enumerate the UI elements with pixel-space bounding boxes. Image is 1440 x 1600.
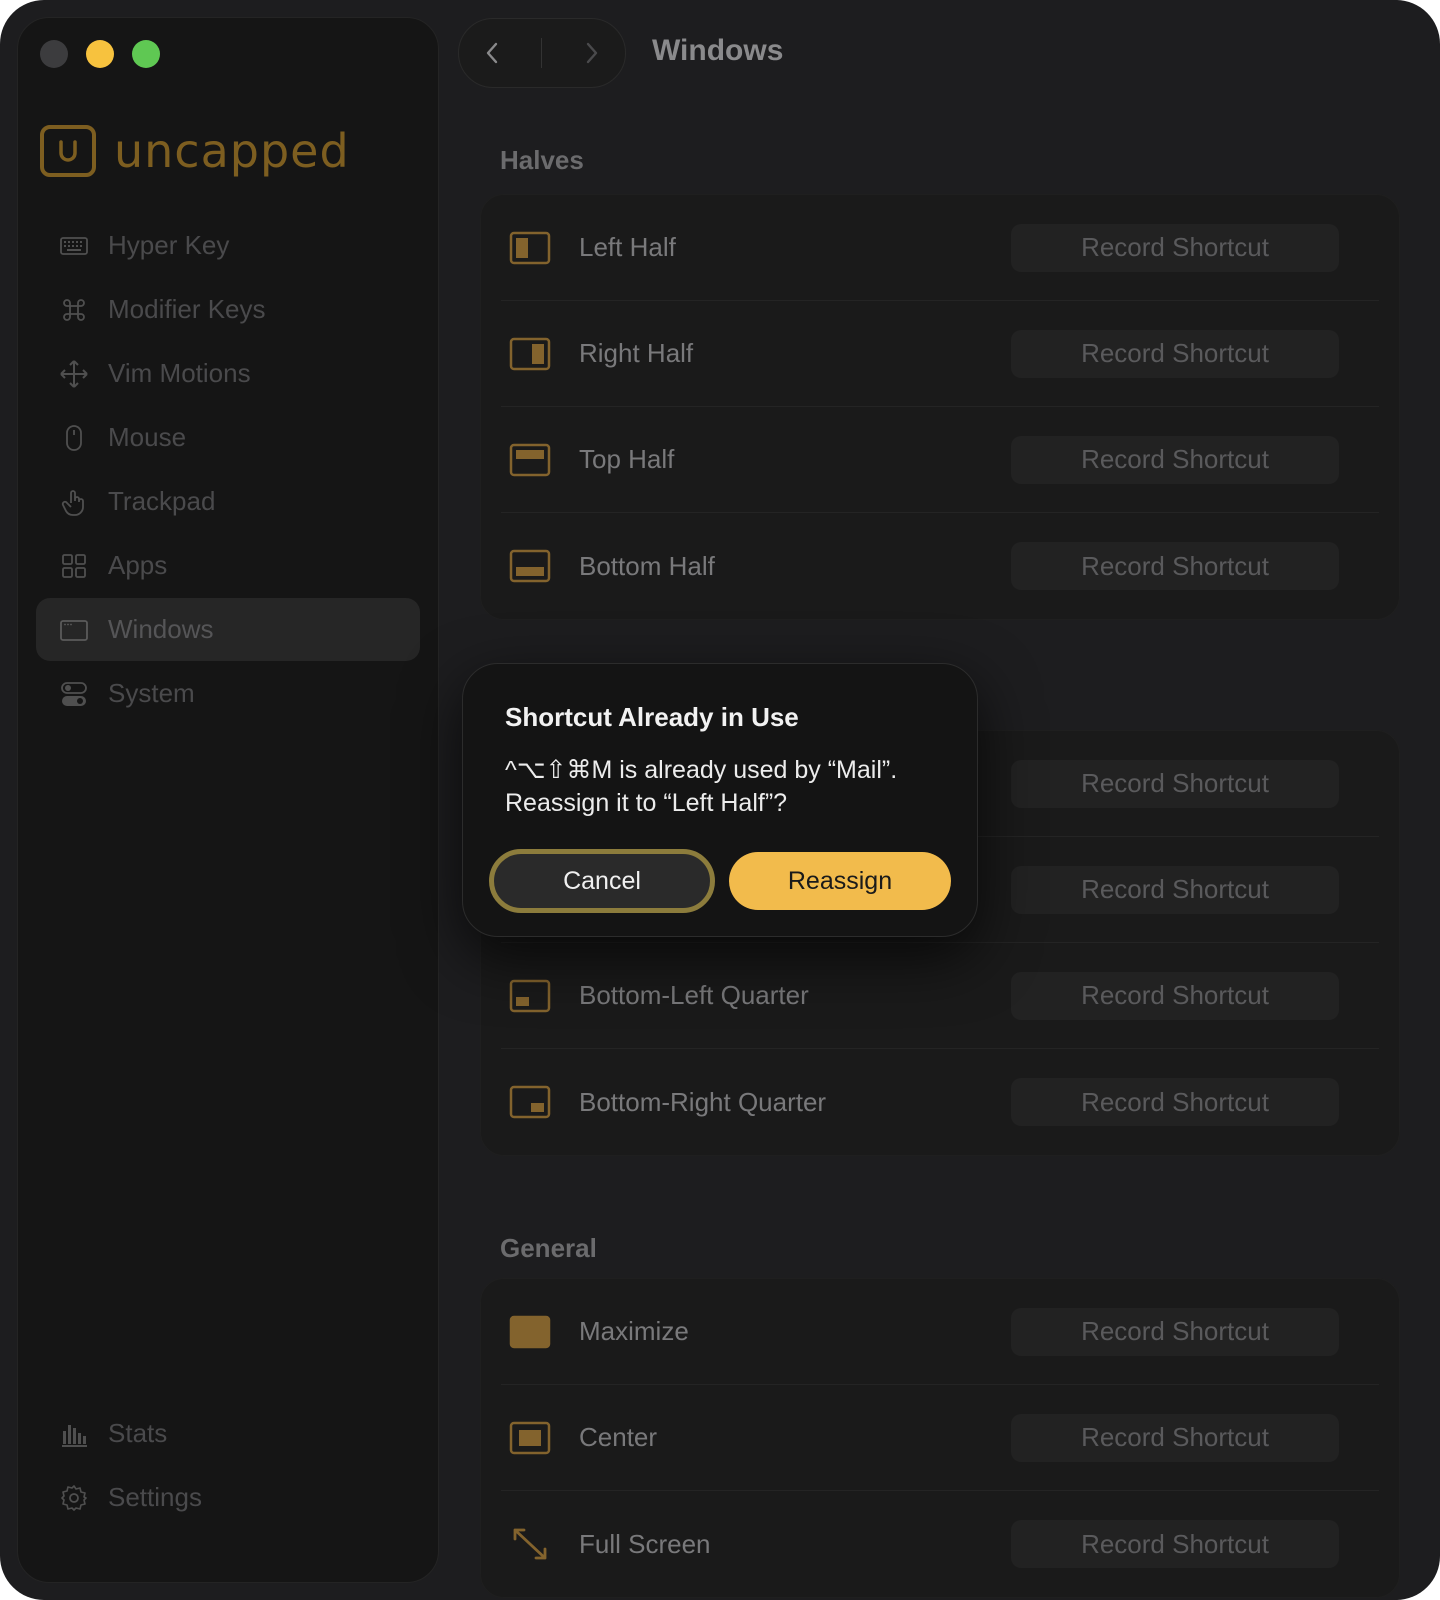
sidebar-item-windows[interactable]: Windows xyxy=(36,598,420,661)
command-icon xyxy=(58,294,90,326)
gear-icon xyxy=(58,1482,90,1514)
shortcut-row-maximize: Maximize Record Shortcut xyxy=(501,1279,1379,1385)
bottom-half-icon xyxy=(509,549,551,583)
section-title-halves: Halves xyxy=(500,145,584,175)
shortcut-conflict-dialog: Shortcut Already in Use ^⌥⇧⌘M is already… xyxy=(462,663,978,937)
dialog-message-line-1: ^⌥⇧⌘M is already used by “Mail”. xyxy=(505,756,898,784)
sidebar-item-system[interactable]: System xyxy=(36,662,420,725)
reassign-button[interactable]: Reassign xyxy=(729,852,951,910)
divider xyxy=(541,38,543,68)
move-arrows-icon xyxy=(58,358,90,390)
record-shortcut-button[interactable]: Record Shortcut xyxy=(1011,223,1339,272)
forward-button[interactable] xyxy=(571,33,611,73)
sidebar-item-settings[interactable]: Settings xyxy=(36,1466,420,1529)
window-controls xyxy=(40,40,160,68)
sidebar-item-hyper-key[interactable]: Hyper Key xyxy=(36,214,420,277)
sidebar-item-vim-motions[interactable]: Vim Motions xyxy=(36,342,420,405)
sidebar-bottom-nav: Stats Settings xyxy=(36,1402,420,1530)
sidebar-item-trackpad[interactable]: Trackpad xyxy=(36,470,420,533)
sidebar-nav: Hyper Key Modifier Keys Vim Motions Mous… xyxy=(36,214,420,726)
app-window: uncapped Hyper Key Modifier Keys Vim Mot… xyxy=(0,0,1440,1600)
shortcut-row-full-screen: Full Screen Record Shortcut xyxy=(501,1491,1379,1597)
apps-grid-icon xyxy=(58,550,90,582)
logo-mark-icon xyxy=(40,125,96,177)
page-title: Windows xyxy=(652,34,784,67)
back-button[interactable] xyxy=(473,33,513,73)
maximize-icon xyxy=(509,1315,551,1349)
right-half-icon xyxy=(509,337,551,371)
center-icon xyxy=(509,1421,551,1455)
dialog-title: Shortcut Already in Use xyxy=(505,702,799,732)
shortcut-row-left-half: Left Half Record Shortcut xyxy=(501,195,1379,301)
record-shortcut-button[interactable]: Record Shortcut xyxy=(1011,329,1339,378)
app-logo: uncapped xyxy=(40,124,350,178)
record-shortcut-button[interactable]: Record Shortcut xyxy=(1011,971,1339,1020)
sidebar-item-apps[interactable]: Apps xyxy=(36,534,420,597)
bar-chart-icon xyxy=(58,1418,90,1450)
record-shortcut-button[interactable]: Record Shortcut xyxy=(1011,1413,1339,1462)
chevron-right-icon xyxy=(586,42,598,64)
section-title-general: General xyxy=(500,1233,597,1263)
shortcut-row-center: Center Record Shortcut xyxy=(501,1385,1379,1491)
sidebar-item-mouse[interactable]: Mouse xyxy=(36,406,420,469)
left-half-icon xyxy=(509,231,551,265)
minimize-window-button[interactable] xyxy=(86,40,114,68)
hand-pointer-icon xyxy=(58,486,90,518)
zoom-window-button[interactable] xyxy=(132,40,160,68)
mouse-icon xyxy=(58,422,90,454)
shortcut-row-right-half: Right Half Record Shortcut xyxy=(501,301,1379,407)
app-name: uncapped xyxy=(114,124,350,178)
record-shortcut-button[interactable]: Record Shortcut xyxy=(1011,435,1339,484)
bottom-left-quarter-icon xyxy=(509,979,551,1013)
shortcut-row-bottom-right-quarter: Bottom-Right Quarter Record Shortcut xyxy=(501,1049,1379,1155)
dialog-message: ^⌥⇧⌘M is already used by “Mail”. Reassig… xyxy=(505,754,955,820)
dialog-message-line-2: Reassign it to “Left Half”? xyxy=(505,789,788,817)
shortcut-row-bottom-left-quarter: Bottom-Left Quarter Record Shortcut xyxy=(501,943,1379,1049)
bottom-right-quarter-icon xyxy=(509,1085,551,1119)
sidebar: uncapped Hyper Key Modifier Keys Vim Mot… xyxy=(17,17,439,1583)
cancel-button[interactable]: Cancel xyxy=(489,849,715,913)
toggles-icon xyxy=(58,678,90,710)
halves-group: Left Half Record Shortcut Right Half Rec… xyxy=(480,194,1400,620)
sidebar-item-stats[interactable]: Stats xyxy=(36,1402,420,1465)
chevron-left-icon xyxy=(486,42,498,64)
top-half-icon xyxy=(509,443,551,477)
sidebar-item-modifier-keys[interactable]: Modifier Keys xyxy=(36,278,420,341)
record-shortcut-button[interactable]: Record Shortcut xyxy=(1011,1078,1339,1126)
window-icon xyxy=(58,614,90,646)
keyboard-icon xyxy=(58,230,90,262)
record-shortcut-button[interactable]: Record Shortcut xyxy=(1011,759,1339,808)
record-shortcut-button[interactable]: Record Shortcut xyxy=(1011,1307,1339,1356)
record-shortcut-button[interactable]: Record Shortcut xyxy=(1011,865,1339,914)
close-window-button[interactable] xyxy=(40,40,68,68)
record-shortcut-button[interactable]: Record Shortcut xyxy=(1011,1520,1339,1568)
record-shortcut-button[interactable]: Record Shortcut xyxy=(1011,542,1339,590)
history-navigation xyxy=(458,18,626,88)
shortcut-row-top-half: Top Half Record Shortcut xyxy=(501,407,1379,513)
shortcut-row-bottom-half: Bottom Half Record Shortcut xyxy=(501,513,1379,619)
full-screen-arrows-icon xyxy=(509,1527,551,1561)
general-group: Maximize Record Shortcut Center Record S… xyxy=(480,1278,1400,1598)
